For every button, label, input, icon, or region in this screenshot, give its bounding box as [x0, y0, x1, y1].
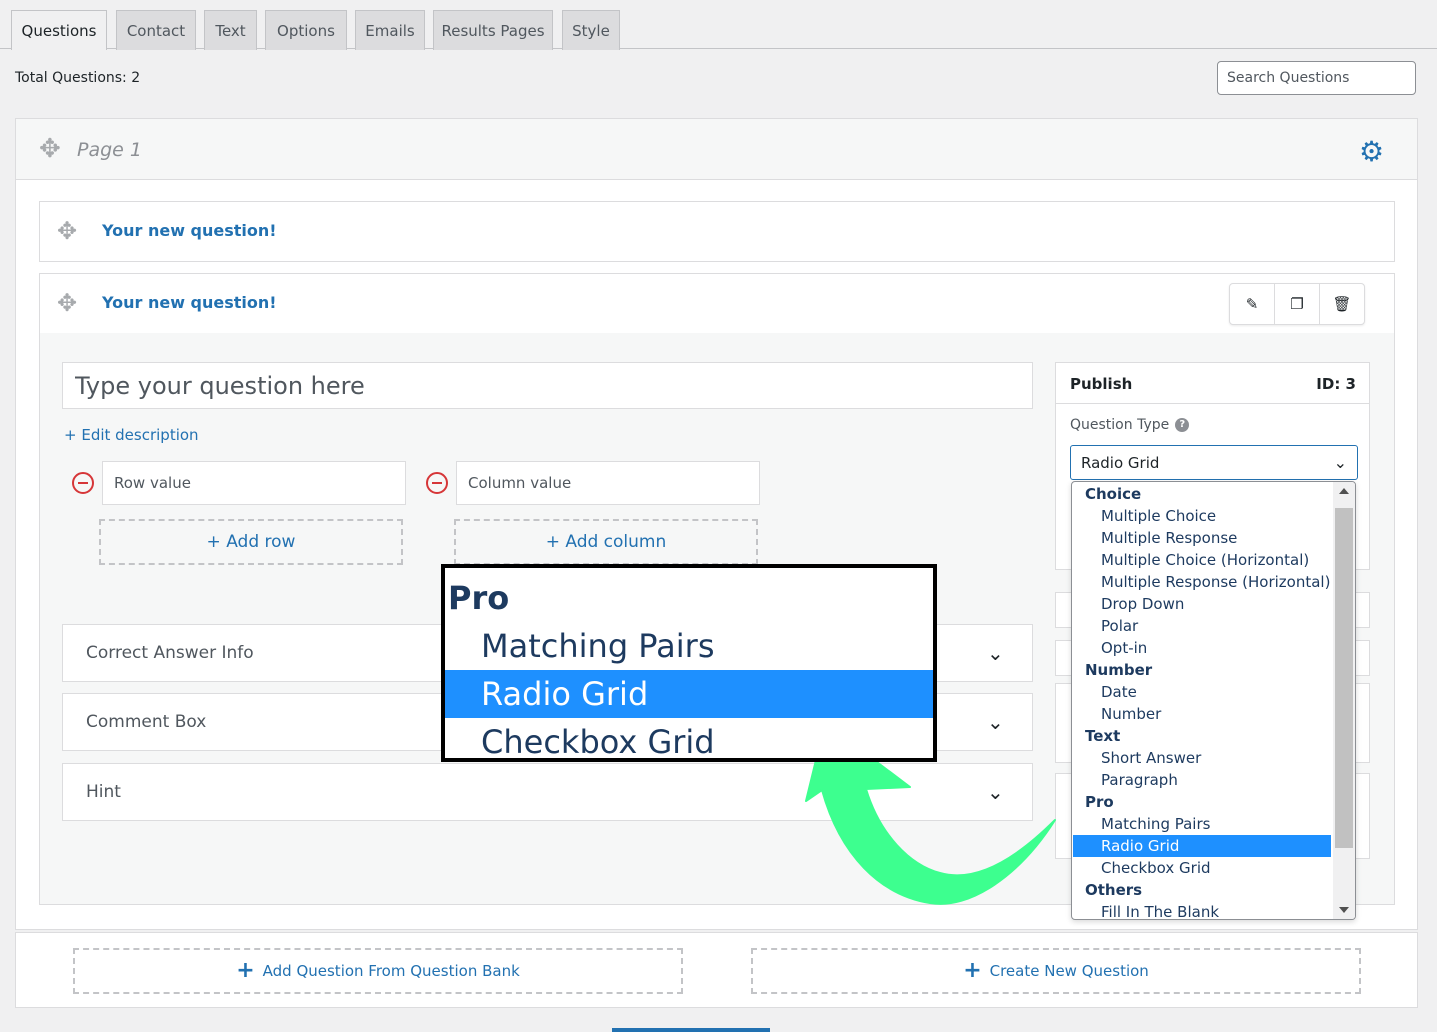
selected-type: Radio Grid	[1081, 453, 1160, 472]
edit-icon[interactable]: ✎	[1230, 284, 1275, 324]
dropdown-option[interactable]: Multiple Choice (Horizontal)	[1073, 549, 1331, 571]
trash-icon[interactable]: 🗑	[1320, 284, 1364, 324]
accordion-label: Hint	[86, 782, 121, 802]
tab-label: Text	[215, 21, 246, 40]
tab-results-pages[interactable]: Results Pages	[433, 10, 553, 50]
page-title: Page 1	[77, 139, 142, 161]
tab-bar: Questions Contact Text Options Emails Re…	[0, 0, 1437, 50]
plus-icon: +	[236, 958, 255, 983]
move-icon[interactable]: ✥	[57, 291, 77, 315]
accordion-label: Comment Box	[86, 712, 207, 732]
tab-label: Options	[277, 21, 335, 40]
move-icon[interactable]: ✥	[57, 219, 77, 243]
bottom-bar: + Add Question From Question Bank + Crea…	[15, 932, 1418, 1008]
question-type-select[interactable]: Radio Grid ⌄	[1070, 445, 1358, 480]
dropdown-group-label: Choice	[1085, 485, 1142, 503]
scrollbar[interactable]	[1333, 482, 1355, 919]
tab-label: Results Pages	[441, 21, 545, 40]
tab-style[interactable]: Style	[562, 10, 620, 50]
tab-contact[interactable]: Contact	[116, 10, 196, 50]
column-value-input[interactable]	[456, 461, 760, 505]
dropdown-option[interactable]: Fill In The Blank	[1073, 901, 1331, 919]
tab-emails[interactable]: Emails	[355, 10, 425, 50]
dropdown-option[interactable]: Multiple Choice	[1073, 505, 1331, 527]
dropdown-option[interactable]: Date	[1073, 681, 1331, 703]
question-type-text: Question Type	[1070, 417, 1170, 433]
tab-text[interactable]: Text	[204, 10, 257, 50]
move-icon[interactable]: ✥	[39, 136, 61, 162]
dropdown-option[interactable]: Multiple Response (Horizontal)	[1073, 571, 1331, 593]
chevron-down-icon[interactable]: ⌄	[987, 641, 1004, 665]
question-card[interactable]: ✥ Your new question! ✎ ❐ 🗑	[39, 273, 1395, 334]
dropdown-option[interactable]: Matching Pairs	[1073, 813, 1331, 835]
duplicate-icon[interactable]: ❐	[1275, 284, 1320, 324]
edit-description-link[interactable]: + Edit description	[64, 426, 199, 444]
button-label: Add Question From Question Bank	[262, 962, 520, 980]
dropdown-option[interactable]: Polar	[1073, 615, 1331, 637]
publish-title: Publish	[1070, 375, 1133, 393]
help-icon[interactable]: ?	[1175, 418, 1190, 432]
question-type-label: Question Type?	[1070, 417, 1190, 433]
tab-label: Contact	[126, 21, 186, 40]
dropdown-group-label: Number	[1085, 661, 1153, 679]
gear-icon[interactable]: ⚙	[1359, 138, 1387, 166]
remove-row-icon[interactable]	[72, 472, 94, 494]
chevron-down-icon: ⌄	[1333, 453, 1347, 472]
create-new-question-button[interactable]: + Create New Question	[751, 948, 1361, 994]
total-questions: Total Questions: 2	[15, 70, 141, 86]
tab-options[interactable]: Options	[265, 10, 347, 50]
dropdown-group-label: Others	[1085, 881, 1143, 899]
question-type-dropdown[interactable]: Choice Multiple Choice Multiple Response Mu…	[1071, 481, 1356, 920]
zoom-option: Matching Pairs	[481, 627, 715, 665]
dropdown-option[interactable]: Checkbox Grid	[1073, 857, 1331, 879]
dropdown-option[interactable]: Opt-in	[1073, 637, 1331, 659]
question-card[interactable]: ✥ Your new question!	[39, 201, 1395, 262]
question-title[interactable]: Your new question!	[102, 293, 277, 312]
dropdown-option[interactable]: Multiple Response	[1073, 527, 1331, 549]
dropdown-option[interactable]: Paragraph	[1073, 769, 1331, 791]
add-row-button[interactable]: + Add row	[99, 519, 403, 565]
tab-label: Emails	[365, 21, 415, 40]
dropdown-option[interactable]: Short Answer	[1073, 747, 1331, 769]
scroll-up-icon[interactable]	[1339, 488, 1349, 494]
scroll-thumb[interactable]	[1335, 508, 1353, 848]
dropdown-group-label: Text	[1085, 727, 1121, 745]
row-value-input[interactable]	[102, 461, 406, 505]
question-actions: ✎ ❐ 🗑	[1229, 283, 1365, 325]
publish-header: Publish ID: 3	[1056, 363, 1369, 404]
zoom-group-label: Pro	[448, 579, 510, 617]
add-question-from-bank-button[interactable]: + Add Question From Question Bank	[73, 948, 683, 994]
question-title[interactable]: Your new question!	[102, 221, 277, 240]
remove-column-icon[interactable]	[426, 472, 448, 494]
dropdown-option[interactable]: Number	[1073, 703, 1331, 725]
question-id: ID: 3	[1316, 375, 1356, 393]
save-bar-edge	[612, 1028, 770, 1032]
tab-label: Questions	[21, 21, 97, 40]
page-header: ✥ Page 1 ⚙	[16, 119, 1417, 180]
zoom-option: Radio Grid	[445, 670, 933, 718]
add-column-button[interactable]: + Add column	[454, 519, 758, 565]
question-text-input[interactable]	[62, 362, 1033, 409]
scroll-down-icon[interactable]	[1339, 907, 1349, 913]
zoom-option: Checkbox Grid	[481, 723, 715, 761]
dropdown-option[interactable]: Radio Grid	[1073, 835, 1331, 857]
zoom-callout: Pro Matching Pairs Radio Grid Checkbox Grid	[441, 564, 937, 762]
dropdown-option[interactable]: Drop Down	[1073, 593, 1331, 615]
button-label: Create New Question	[989, 962, 1149, 980]
tab-questions[interactable]: Questions	[11, 10, 107, 50]
tab-label: Style	[572, 21, 610, 40]
dropdown-group-label: Pro	[1085, 793, 1114, 811]
accordion-label: Correct Answer Info	[86, 643, 254, 663]
plus-icon: +	[963, 958, 982, 983]
search-questions-input[interactable]	[1217, 61, 1416, 95]
